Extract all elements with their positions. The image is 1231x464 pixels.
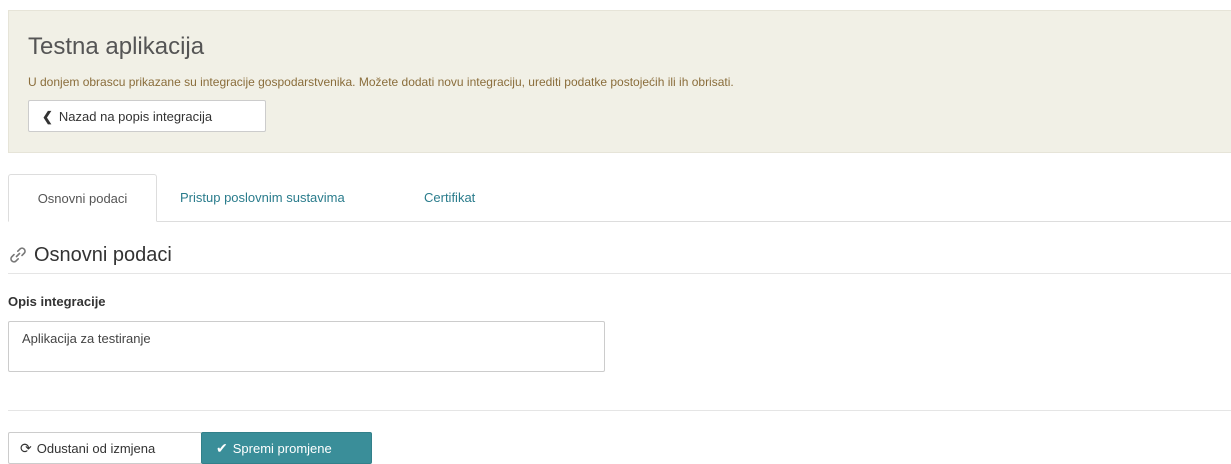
header-panel: Testna aplikacija U donjem obrascu prika… bbox=[8, 10, 1231, 153]
divider bbox=[8, 410, 1231, 411]
description-field[interactable]: Aplikacija za testiranje bbox=[8, 321, 605, 372]
chevron-left-icon: ❮ bbox=[42, 108, 53, 124]
tab-pristup-poslovnim-sustavima[interactable]: Pristup poslovnim sustavima bbox=[180, 174, 345, 222]
tab-certifikat[interactable]: Certifikat bbox=[424, 174, 475, 222]
section-title: Osnovni podaci bbox=[34, 244, 172, 266]
back-button-label: Nazad na popis integracija bbox=[58, 108, 213, 124]
tab-osnovni-podaci[interactable]: Osnovni podaci bbox=[8, 174, 157, 222]
cancel-button[interactable]: ⟳ Odustani od izmjena bbox=[8, 432, 202, 464]
check-icon: ✔ bbox=[216, 440, 228, 456]
tab-bar: Osnovni podaci Pristup poslovnim sustavi… bbox=[8, 174, 1231, 222]
save-button[interactable]: ✔ Spremi promjene bbox=[201, 432, 372, 464]
refresh-icon: ⟳ bbox=[20, 440, 32, 456]
section-header: Osnovni podaci bbox=[8, 240, 1231, 274]
page-description: U donjem obrascu prikazane su integracij… bbox=[28, 75, 734, 89]
back-to-list-button[interactable]: ❮ Nazad na popis integracija bbox=[28, 100, 266, 132]
cancel-button-label: Odustani od izmjena bbox=[36, 440, 156, 456]
page-title: Testna aplikacija bbox=[28, 33, 205, 60]
link-icon bbox=[10, 247, 26, 263]
description-field-label: Opis integracije bbox=[8, 294, 106, 309]
save-button-label: Spremi promjene bbox=[232, 440, 332, 456]
